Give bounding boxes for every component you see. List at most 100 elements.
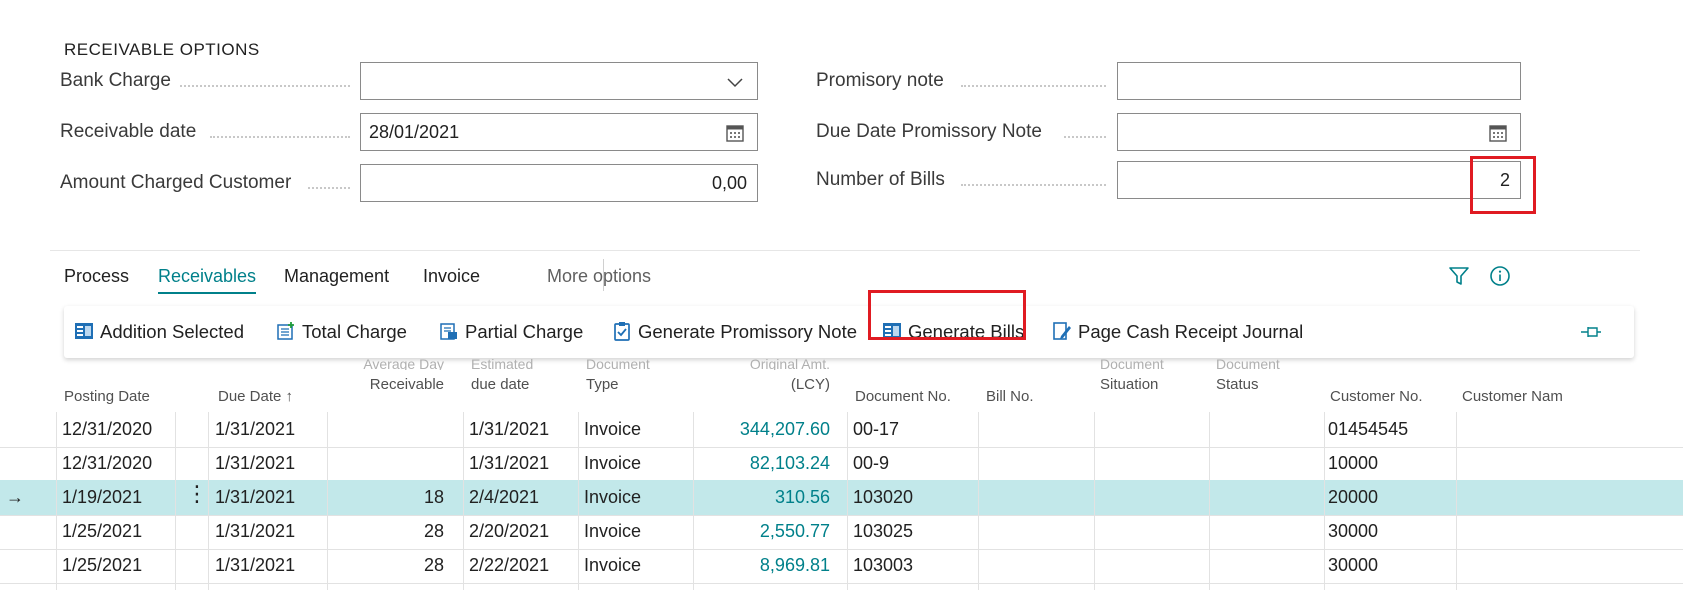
tab-process[interactable]: Process [64,266,129,287]
col-document-status[interactable]: Document Status [1216,358,1280,394]
column-divider [463,412,464,590]
amount-charged-value: 0,00 [711,173,747,193]
bank-charge-label: Bank Charge [60,70,171,91]
receivable-date-value: 28/01/2021 [369,122,460,142]
due-date-cell: 1/31/2021 [215,419,296,439]
column-divider [1094,412,1095,590]
journal-edit-icon [1053,322,1071,340]
document-type-cell: Invoice [584,453,642,473]
original-amount-link[interactable]: 8,969.81 [700,548,830,583]
page-cash-receipt-journal-button[interactable]: Page Cash Receipt Journal [1052,306,1303,358]
customer-no-cell: 30000 [1328,555,1379,575]
amount-charged-label: Amount Charged Customer [60,172,292,193]
due-date-promissory-input[interactable] [1117,113,1521,151]
col-document-situation[interactable]: Document Situation [1100,358,1164,394]
receivable-date-input[interactable]: 28/01/2021 [360,113,758,151]
column-divider [1209,412,1210,590]
number-of-bills-input[interactable]: 2 [1117,161,1521,199]
page-cash-receipt-journal-label: Page Cash Receipt Journal [1078,321,1304,342]
promisory-note-label: Promisory note [816,70,944,91]
col-estimated-due-date[interactable]: Estimated due date [471,358,533,394]
due-date-cell: 1/31/2021 [215,521,296,541]
table-row[interactable]: 12/31/2020 1/31/2021 1/31/2021 Invoice 3… [0,412,1683,448]
due-date-promissory-label: Due Date Promissory Note [816,121,1042,142]
estimated-due-date-cell: 2/4/2021 [469,487,540,507]
original-amount-link[interactable]: 310.56 [700,480,830,515]
column-divider [578,412,579,590]
posting-date-cell: 1/25/2021 [62,521,143,541]
amount-charged-field: Amount Charged Customer 0,00 [60,164,760,202]
customer-no-cell: 01454545 [1328,419,1409,439]
number-of-bills-field: Number of Bills 2 [816,161,1536,199]
average-day-cell [356,446,444,481]
addition-selected-icon [75,323,93,339]
table-row[interactable]: 12/31/2020 1/31/2021 1/31/2021 Invoice 8… [0,446,1683,482]
col-customer-name[interactable]: Customer Nam [1462,388,1563,406]
promisory-note-input[interactable] [1117,62,1521,100]
due-date-cell: 1/31/2021 [215,487,296,507]
table-row-selected[interactable]: → 1/19/2021 ⋮ 1/31/2021 18 2/4/2021 Invo… [0,480,1683,516]
posting-date-cell: 12/31/2020 [62,453,153,473]
leader-dots [210,136,350,138]
col-document-type[interactable]: Document Type [586,358,650,394]
original-amount-link[interactable]: 344,207.60 [700,412,830,447]
addition-selected-button[interactable]: Addition Selected [74,306,244,358]
chevron-down-icon[interactable] [725,72,745,92]
number-of-bills-label: Number of Bills [816,169,945,190]
pin-icon[interactable] [1580,323,1602,341]
promisory-note-field: Promisory note [816,62,1536,100]
tab-more-options[interactable]: More options [547,266,651,287]
calendar-icon[interactable] [725,123,745,143]
column-divider [327,412,328,590]
total-charge-label: Total Charge [302,321,407,342]
tab-invoice[interactable]: Invoice [423,266,480,287]
average-day-cell: 18 [423,487,444,507]
col-posting-date[interactable]: Posting Date [64,388,150,406]
table-header: Posting Date Due Date ↑ Average Day Recei… [0,358,1683,410]
current-row-arrow-icon: → [6,487,24,507]
column-divider [56,412,57,590]
column-divider [978,412,979,590]
tab-receivables[interactable]: Receivables [158,266,257,294]
col-original-amount[interactable]: Original Amt. (LCY) [720,358,830,394]
average-day-cell: 28 [423,555,444,575]
receivable-date-field: Receivable date 28/01/2021 [60,113,760,151]
info-icon[interactable] [1489,265,1511,287]
original-amount-link[interactable]: 2,550.77 [700,514,830,549]
column-divider [175,412,176,590]
posting-date-cell: 12/31/2020 [62,419,153,439]
original-amount-link[interactable]: 82,103.24 [700,446,830,481]
posting-date-cell: 1/19/2021 [62,487,143,507]
col-document-no[interactable]: Document No. [855,388,951,406]
estimated-due-date-cell: 2/22/2021 [469,555,550,575]
col-customer-no[interactable]: Customer No. [1330,388,1423,406]
document-type-cell: Invoice [584,419,642,439]
column-divider [208,412,209,590]
column-divider [1456,412,1457,590]
section-title: RECEIVABLE OPTIONS [64,40,260,59]
calendar-icon[interactable] [1488,123,1508,143]
partial-charge-icon [440,323,457,340]
average-day-cell: 28 [423,521,444,541]
table-row[interactable]: 1/25/2021 1/31/2021 28 2/20/2021 Invoice… [0,514,1683,550]
total-charge-button[interactable]: Total Charge [276,306,407,358]
document-type-cell: Invoice [584,555,642,575]
customer-no-cell: 20000 [1328,487,1379,507]
col-average-day[interactable]: Average Day Receivable [356,358,444,394]
leader-dots [1064,136,1106,138]
partial-charge-button[interactable]: Partial Charge [439,306,583,358]
tab-management[interactable]: Management [284,266,389,287]
col-bill-no[interactable]: Bill No. [986,388,1034,406]
bank-charge-select[interactable] [360,62,758,100]
generate-promissory-note-button[interactable]: Generate Promissory Note [612,306,857,358]
generate-promissory-note-label: Generate Promissory Note [638,321,858,342]
row-menu-icon[interactable]: ⋮ [186,476,208,511]
filter-icon[interactable] [1448,265,1470,287]
generate-bills-highlight [868,290,1026,340]
document-no-cell: 103020 [853,487,914,507]
posting-date-cell: 1/25/2021 [62,555,143,575]
col-due-date[interactable]: Due Date ↑ [218,388,293,406]
due-date-cell: 1/31/2021 [215,555,296,575]
table-row[interactable]: 1/25/2021 1/31/2021 28 2/22/2021 Invoice… [0,548,1683,584]
amount-charged-input[interactable]: 0,00 [360,164,758,202]
